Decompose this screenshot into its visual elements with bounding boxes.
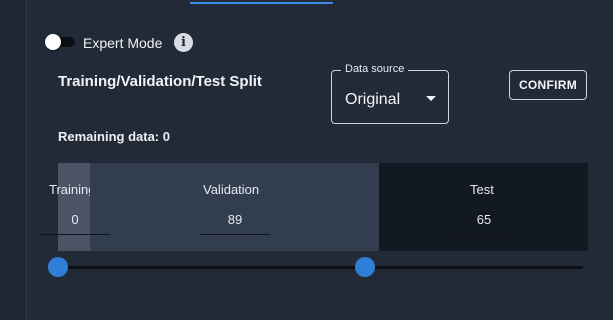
test-value[interactable]: 65 xyxy=(449,212,519,227)
validation-input-underline xyxy=(200,234,270,235)
left-rail xyxy=(0,0,27,320)
split-panel: Training 0 Validation 89 Test 65 xyxy=(40,163,588,251)
info-icon[interactable]: i xyxy=(174,33,193,52)
slider-thumb-training[interactable] xyxy=(48,257,68,277)
expert-mode-label: Expert Mode xyxy=(83,35,163,51)
test-input-underline xyxy=(449,234,519,235)
validation-segment xyxy=(90,163,379,251)
confirm-button[interactable]: CONFIRM xyxy=(509,70,587,100)
training-input-underline xyxy=(40,234,110,235)
test-segment xyxy=(379,163,588,251)
test-label: Test xyxy=(470,182,494,197)
expert-mode-toggle[interactable] xyxy=(45,34,75,50)
data-source-value: Original xyxy=(345,91,401,108)
training-value[interactable]: 0 xyxy=(40,212,110,227)
data-source-select[interactable]: Data source Original xyxy=(331,63,449,124)
validation-label: Validation xyxy=(203,182,260,197)
data-source-legend: Data source xyxy=(341,63,409,75)
split-slider[interactable] xyxy=(48,256,583,278)
dropdown-arrow-icon xyxy=(426,96,436,101)
split-title: Training/Validation/Test Split xyxy=(58,73,262,90)
training-label: Training xyxy=(49,182,90,197)
slider-rail xyxy=(58,266,583,269)
training-segment xyxy=(58,163,90,251)
remaining-data-label: Remaining data: 0 xyxy=(58,129,170,144)
validation-value[interactable]: 89 xyxy=(200,212,270,227)
toggle-thumb xyxy=(45,34,61,50)
active-tab-indicator xyxy=(190,2,333,4)
slider-thumb-validation[interactable] xyxy=(355,257,375,277)
